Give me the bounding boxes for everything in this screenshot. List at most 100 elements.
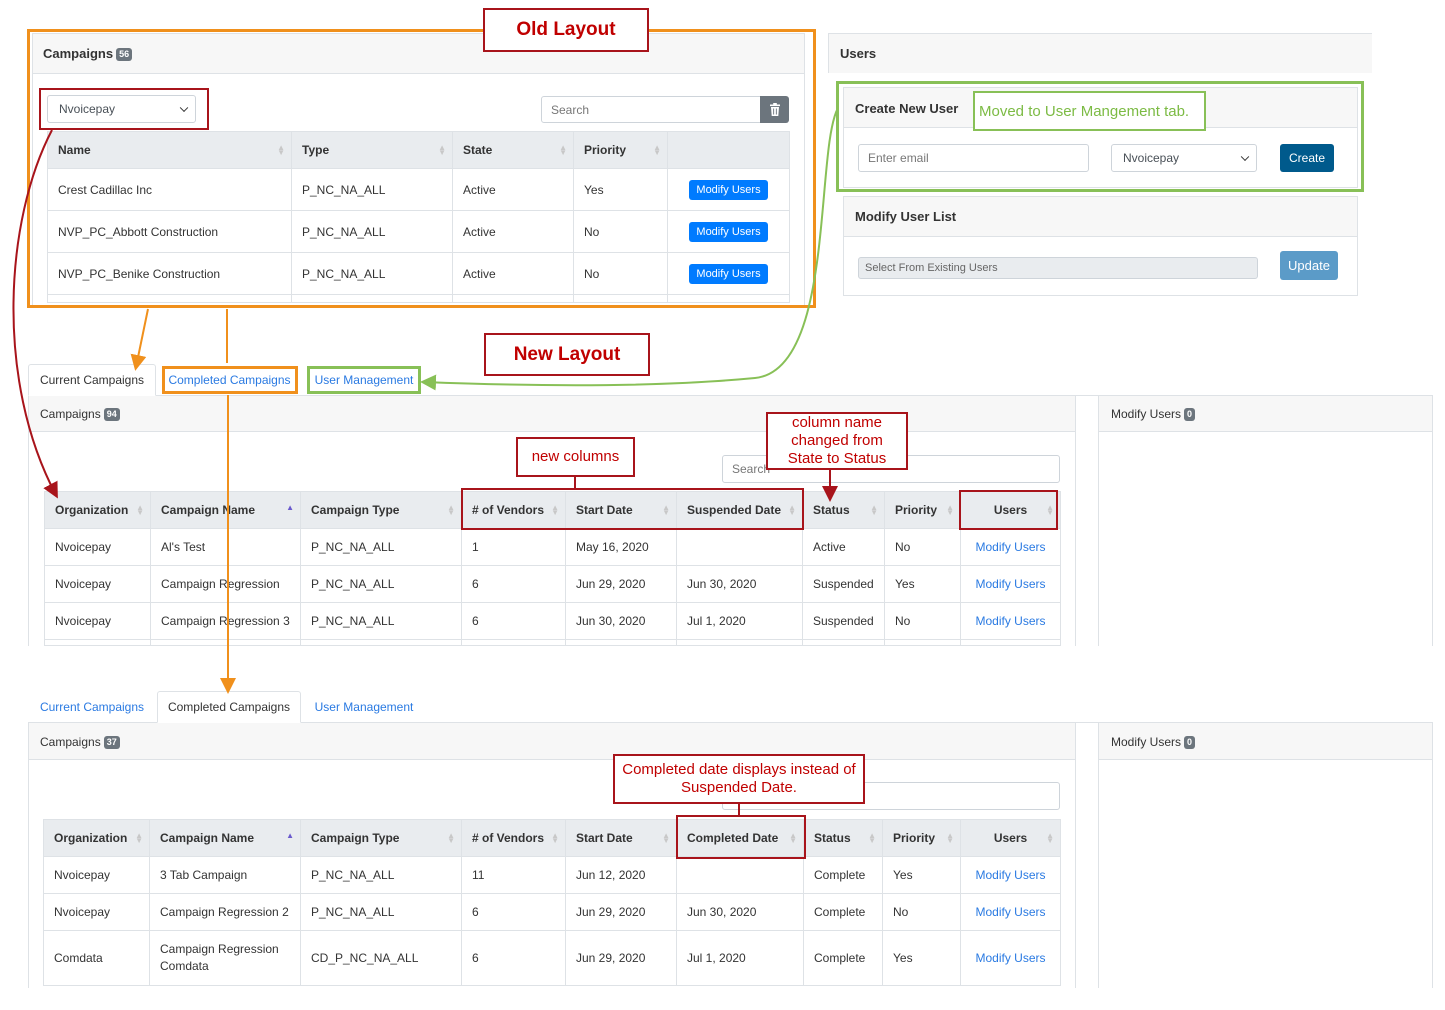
col-priority[interactable]: Priority ▲ ▼	[882, 819, 961, 857]
new-columns-highlight	[461, 488, 804, 530]
col-status[interactable]: Status ▲ ▼	[802, 491, 885, 529]
col-vendors[interactable]: # of Vendors ▲ ▼	[461, 819, 566, 857]
cell-campaign-type: CD_P_NC_NA_ALL	[300, 930, 462, 986]
table-row: Comdata Campaign Regression Comdata CD_P…	[43, 930, 1061, 986]
modify-users-count-badge: 0	[1184, 736, 1196, 749]
cell-suspended-date: Jul 1, 2020	[676, 602, 803, 640]
moved-note: Moved to User Mangement tab.	[973, 91, 1206, 131]
cell-vendors: 1	[461, 528, 566, 566]
col-organization[interactable]: Organization ▲ ▼	[44, 491, 151, 529]
old-users-header: Users	[829, 34, 1372, 73]
users-column-highlight	[959, 490, 1058, 530]
tab-user-management[interactable]: User Management	[310, 695, 418, 719]
cell-campaign-name: Campaign Regression Comdata	[149, 930, 301, 986]
cell-campaign-type: P_NC_NA_ALL	[300, 893, 462, 931]
modify-users-panel: Modify Users 0	[1098, 396, 1433, 646]
cell-status: Active	[802, 528, 885, 566]
sort-icon: ▲ ▼	[447, 831, 455, 845]
col-priority[interactable]: Priority ▲ ▼	[884, 491, 961, 529]
cell-status: Complete	[803, 930, 883, 986]
table-row: Nvoicepay Campaign Regression 2 P_NC_NA_…	[43, 893, 1061, 931]
col-priority-label: Priority	[893, 831, 936, 845]
modify-user-list-panel: Modify User List	[843, 196, 1358, 296]
col-campaign-type[interactable]: Campaign Type ▲ ▼	[300, 491, 462, 529]
cell-priority: Yes	[882, 856, 961, 894]
cell-status: Suspended	[802, 565, 885, 603]
col-organization[interactable]: Organization ▲ ▼	[43, 819, 150, 857]
cell-priority: No	[882, 893, 961, 931]
modify-users-count-badge: 0	[1184, 408, 1196, 421]
col-status[interactable]: Status ▲ ▼	[803, 819, 883, 857]
completed-campaigns-title: Campaigns 37	[40, 735, 120, 749]
cell-completed-date: Jun 30, 2020	[676, 893, 804, 931]
cell-priority: No	[884, 528, 961, 566]
modify-users-link[interactable]: Modify Users	[975, 951, 1045, 965]
col-users[interactable]: Users ▲ ▼	[960, 819, 1061, 857]
sort-icon: ▲ ▼	[135, 831, 143, 845]
tab-completed-campaigns[interactable]: Completed Campaigns	[157, 691, 301, 723]
col-campaign-name[interactable]: Campaign Name ▲	[150, 491, 301, 529]
col-campaign-type-label: Campaign Type	[311, 831, 400, 845]
org-select-highlight	[39, 88, 209, 130]
completed-campaigns-table: Organization ▲ ▼ Campaign Name ▲ Campaign T…	[43, 819, 1061, 986]
update-button[interactable]: Update	[1280, 251, 1338, 280]
completed-campaigns-header: Campaigns 37	[29, 723, 1075, 760]
col-campaign-type[interactable]: Campaign Type ▲ ▼	[300, 819, 462, 857]
modify-users-link[interactable]: Modify Users	[975, 540, 1045, 554]
completed-note-label: Completed date displays instead of Suspe…	[613, 754, 865, 804]
tab-current-campaigns[interactable]: Current Campaigns	[28, 364, 156, 396]
cell-vendors: 6	[461, 565, 566, 603]
sort-icon: ▲ ▼	[946, 831, 954, 845]
cell-campaign-type: P_NC_NA_ALL	[300, 856, 462, 894]
table-row-partial	[44, 639, 1061, 646]
cell-start-date: Jun 30, 2020	[565, 602, 677, 640]
campaigns-count-badge: 37	[103, 736, 120, 749]
modify-users-title: Modify Users 0	[1111, 735, 1196, 749]
cell-priority: Yes	[884, 565, 961, 603]
col-status-label: Status	[814, 831, 851, 845]
cell-status: Complete	[803, 893, 883, 931]
col-campaign-name[interactable]: Campaign Name ▲	[149, 819, 301, 857]
cell-organization: Nvoicepay	[44, 565, 151, 603]
modify-users-link[interactable]: Modify Users	[975, 868, 1045, 882]
cell-campaign-name: Campaign Regression 3	[150, 602, 301, 640]
cell-suspended-date: Jun 30, 2020	[676, 565, 803, 603]
cell-campaign-name: Campaign Regression	[150, 565, 301, 603]
cell-organization: Comdata	[43, 930, 150, 986]
cell-start-date: Jun 29, 2020	[565, 893, 677, 931]
cell-organization: Nvoicepay	[43, 893, 150, 931]
cell-priority: No	[884, 602, 961, 640]
modify-users-header: Modify Users 0	[1099, 723, 1432, 760]
new-search-placeholder: Search	[732, 462, 771, 476]
cell-vendors: 6	[461, 602, 566, 640]
cell-users: Modify Users	[960, 602, 1061, 640]
cell-start-date: Jun 12, 2020	[565, 856, 677, 894]
old-layout-label: Old Layout	[483, 8, 649, 52]
col-campaign-name-label: Campaign Name	[160, 831, 255, 845]
sort-ascending-icon: ▲	[286, 503, 294, 512]
cell-organization: Nvoicepay	[43, 856, 150, 894]
sort-icon: ▲ ▼	[447, 503, 455, 517]
user-management-tab-outline	[307, 366, 421, 394]
modify-users-link[interactable]: Modify Users	[975, 905, 1045, 919]
sort-icon: ▲ ▼	[870, 503, 878, 517]
cell-campaign-name: 3 Tab Campaign	[149, 856, 301, 894]
cell-campaign-name: Al's Test	[150, 528, 301, 566]
old-users-panel: Users	[828, 33, 1372, 73]
col-start-date[interactable]: Start Date ▲ ▼	[565, 819, 677, 857]
modify-users-link[interactable]: Modify Users	[975, 577, 1045, 591]
table-row: Nvoicepay Campaign Regression P_NC_NA_AL…	[44, 565, 1061, 603]
completed-campaigns-title-text: Campaigns	[40, 735, 101, 749]
cell-campaign-type: P_NC_NA_ALL	[300, 602, 462, 640]
col-campaign-name-label: Campaign Name	[161, 503, 256, 517]
table-header-row: Organization ▲ ▼ Campaign Name ▲ Campaign T…	[43, 819, 1061, 857]
sort-ascending-icon: ▲	[286, 831, 294, 840]
existing-users-select[interactable]: Select From Existing Users	[858, 257, 1258, 279]
cell-vendors: 6	[461, 893, 566, 931]
cell-users: Modify Users	[960, 856, 1061, 894]
tab-current-campaigns[interactable]: Current Campaigns	[28, 695, 156, 719]
cell-organization: Nvoicepay	[44, 528, 151, 566]
modify-users-link[interactable]: Modify Users	[975, 614, 1045, 628]
table-row: Nvoicepay Campaign Regression 3 P_NC_NA_…	[44, 602, 1061, 640]
old-layout-outline	[27, 29, 816, 308]
